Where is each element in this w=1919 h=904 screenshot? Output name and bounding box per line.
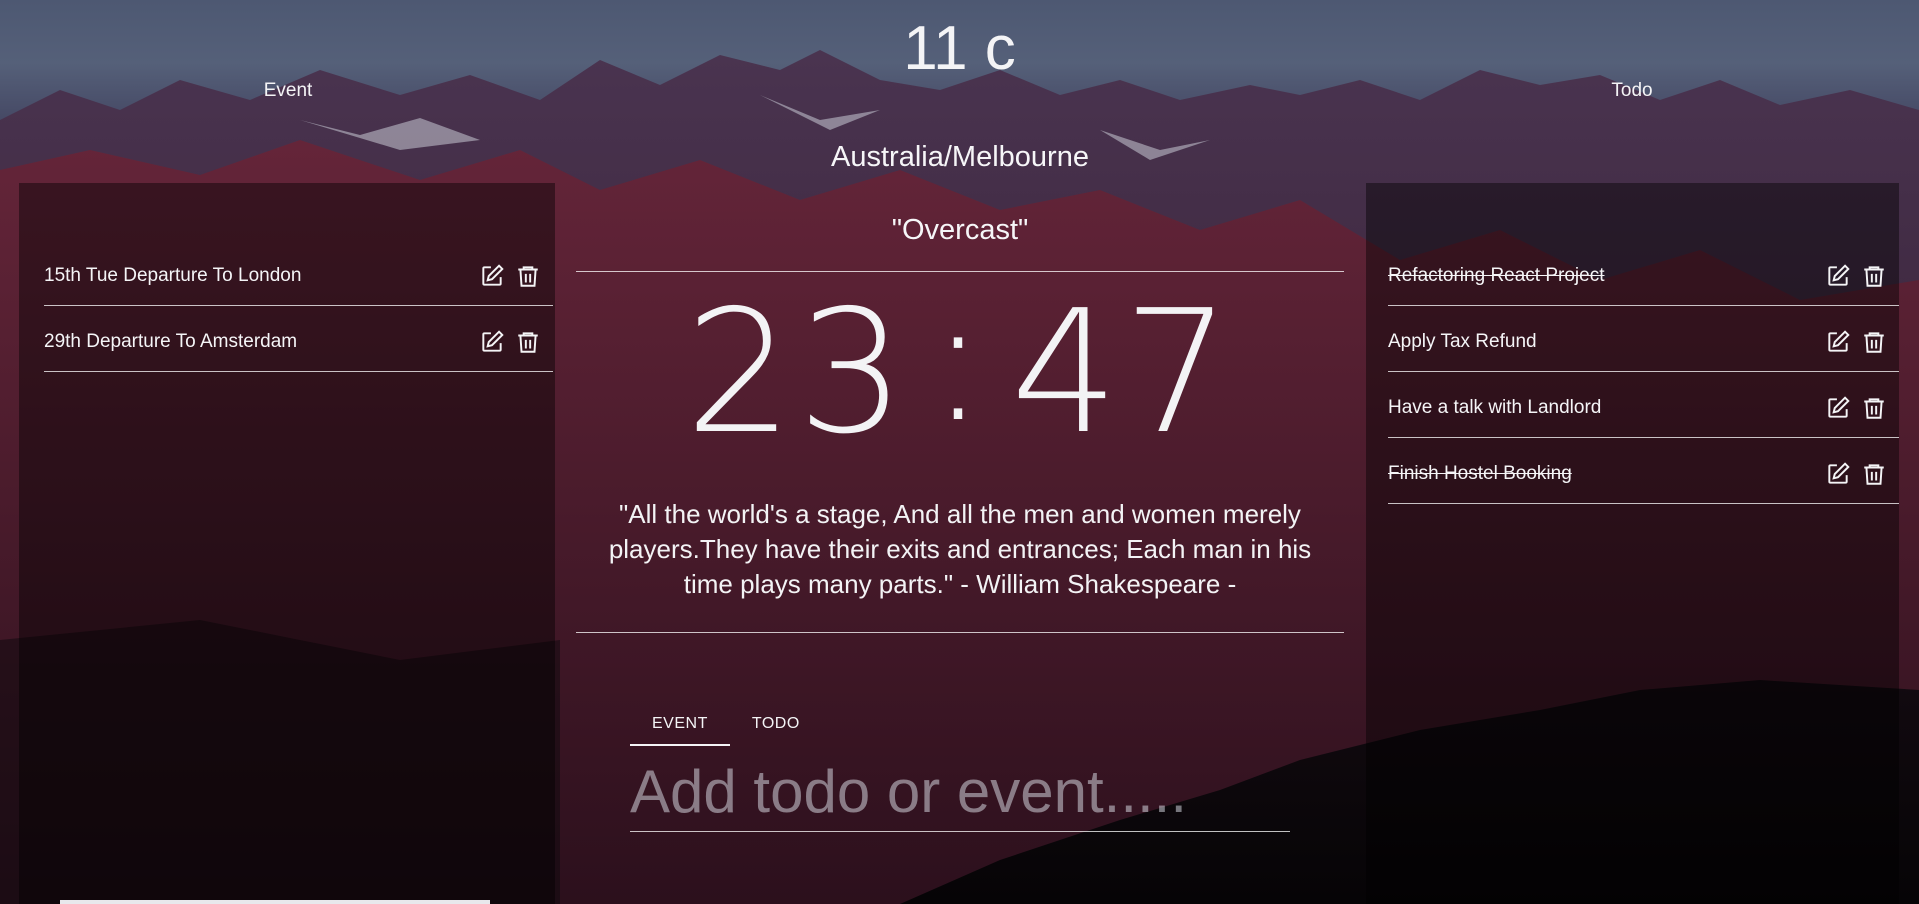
todo-item-text[interactable]: Finish Hostel Booking <box>1388 463 1572 485</box>
event-item-text[interactable]: 29th Departure To Amsterdam <box>44 331 297 353</box>
todo-item-actions <box>1825 329 1887 355</box>
todo-item: Refactoring React Project <box>1388 240 1899 306</box>
edit-icon[interactable] <box>479 263 505 289</box>
event-item: 15th Tue Departure To London <box>44 240 553 306</box>
trash-icon[interactable] <box>1861 263 1887 289</box>
todo-item-actions <box>1825 395 1887 421</box>
edit-icon[interactable] <box>479 329 505 355</box>
todo-item-actions <box>1825 263 1887 289</box>
trash-icon[interactable] <box>515 329 541 355</box>
clock: 23:47 <box>575 269 1345 466</box>
quote-text: "All the world's a stage, And all the me… <box>608 499 1312 599</box>
temperature-readout: 11 c <box>903 14 1016 83</box>
trash-icon[interactable] <box>515 263 541 289</box>
events-list: 15th Tue Departure To London 29th Depart… <box>44 240 553 372</box>
horizontal-scrollbar[interactable] <box>60 900 490 904</box>
trash-icon[interactable] <box>1861 329 1887 355</box>
event-item-actions <box>479 329 541 355</box>
location-label: Australia/Melbourne <box>831 141 1089 173</box>
tab-todo[interactable]: TODO <box>730 706 822 746</box>
clock-minutes: 47 <box>1010 274 1235 472</box>
weather-condition: "Overcast" <box>891 214 1029 246</box>
todo-item-text[interactable]: Apply Tax Refund <box>1388 331 1537 353</box>
edit-icon[interactable] <box>1825 263 1851 289</box>
event-item-text[interactable]: 15th Tue Departure To London <box>44 265 301 287</box>
edit-icon[interactable] <box>1825 461 1851 487</box>
todos-panel-title: Todo <box>1611 80 1653 101</box>
todo-item: Apply Tax Refund <box>1388 306 1899 372</box>
composer-tabs: EVENT TODO <box>630 706 822 746</box>
todo-item-actions <box>1825 461 1887 487</box>
clock-hours: 23 <box>685 274 910 472</box>
todo-item: Have a talk with Landlord <box>1388 372 1899 438</box>
events-panel-title: Event <box>263 80 313 101</box>
trash-icon[interactable] <box>1861 395 1887 421</box>
todo-item-text[interactable]: Refactoring React Project <box>1388 265 1605 287</box>
event-item-actions <box>479 263 541 289</box>
edit-icon[interactable] <box>1825 395 1851 421</box>
divider <box>576 632 1344 633</box>
todo-item-text[interactable]: Have a talk with Landlord <box>1388 397 1601 419</box>
todo-item: Finish Hostel Booking <box>1388 438 1899 504</box>
clock-separator: : <box>929 262 991 460</box>
edit-icon[interactable] <box>1825 329 1851 355</box>
trash-icon[interactable] <box>1861 461 1887 487</box>
todos-list: Refactoring React Project Apply Tax Refu… <box>1388 240 1899 504</box>
event-item: 29th Departure To Amsterdam <box>44 306 553 372</box>
add-item-input[interactable] <box>630 752 1290 832</box>
tab-event[interactable]: EVENT <box>630 706 730 746</box>
